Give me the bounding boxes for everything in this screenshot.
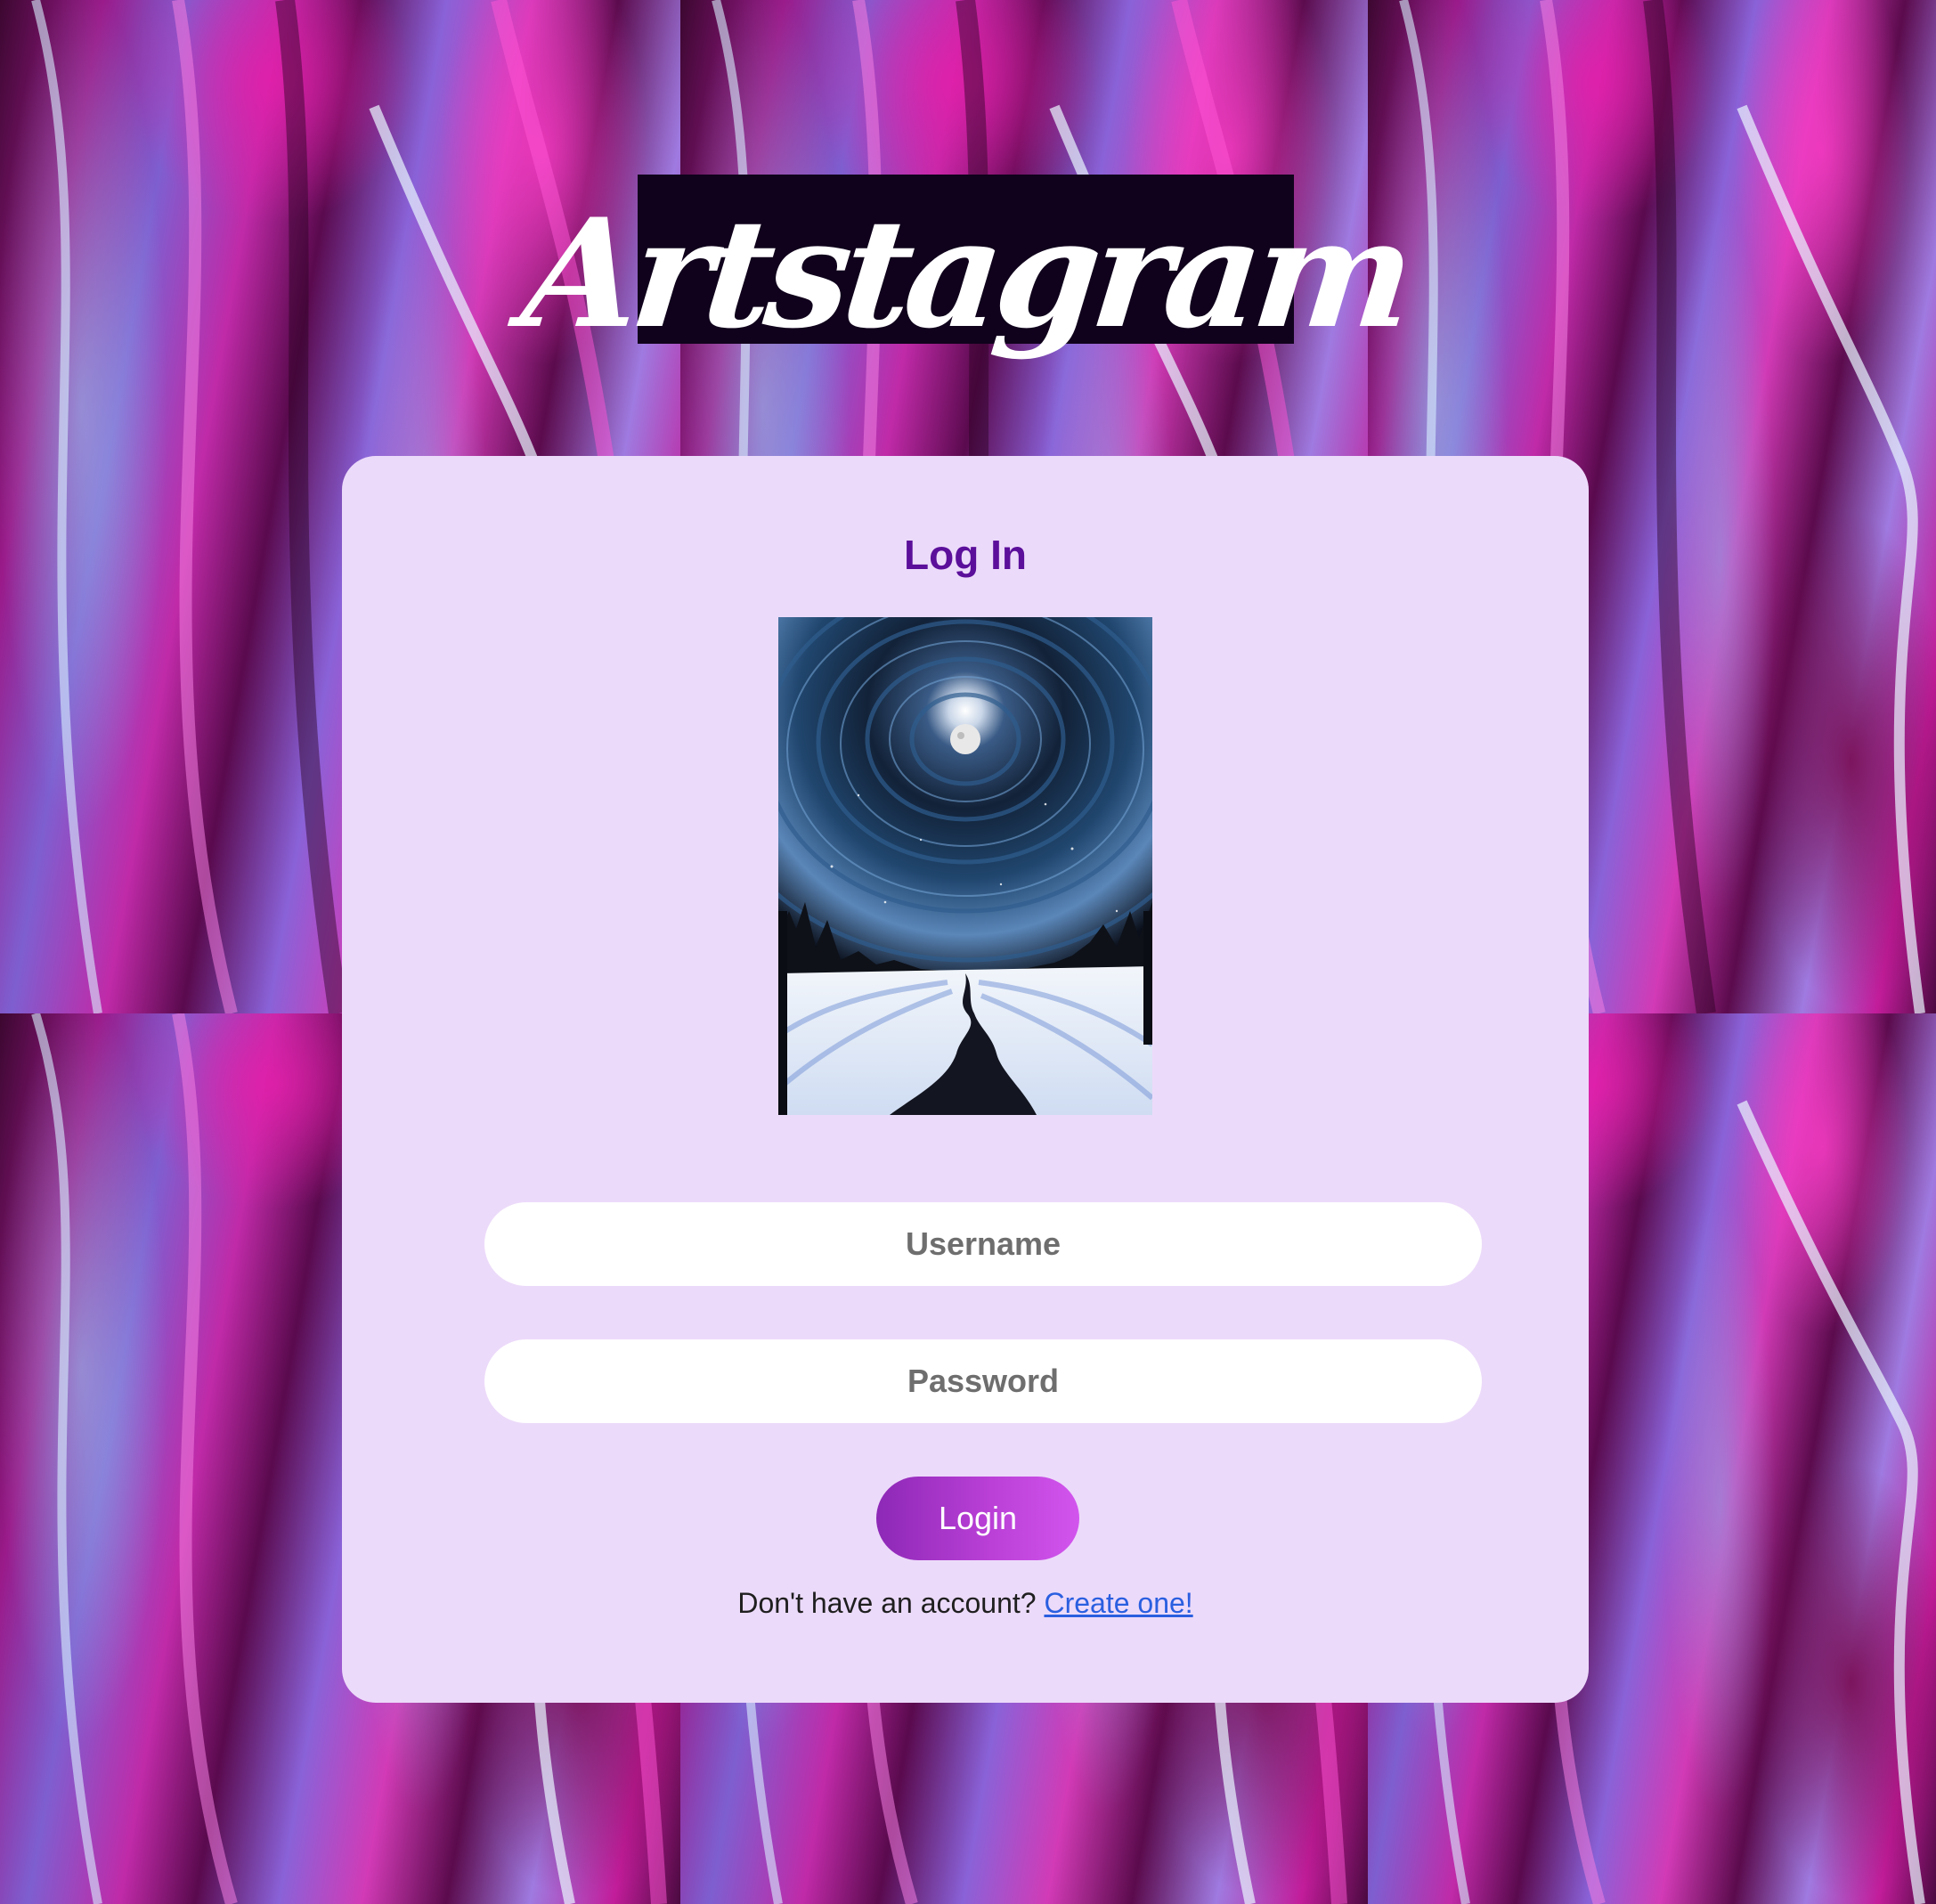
signup-prompt-text: Don't have an account? — [737, 1587, 1037, 1619]
logo-text: Artstagram — [516, 185, 1416, 362]
login-card: Log In Username Login Don't have an acco… — [342, 456, 1589, 1703]
app-logo: Artstagram — [516, 175, 1416, 362]
signup-prompt: Don't have an account? Create one! — [342, 1587, 1589, 1620]
artwork-image — [778, 617, 1152, 1115]
password-input[interactable] — [484, 1339, 1482, 1423]
page-title: Log In — [904, 532, 1027, 578]
username-input[interactable] — [484, 1202, 1482, 1286]
login-button[interactable]: Login — [876, 1477, 1079, 1560]
create-account-link[interactable]: Create one! — [1044, 1587, 1192, 1619]
